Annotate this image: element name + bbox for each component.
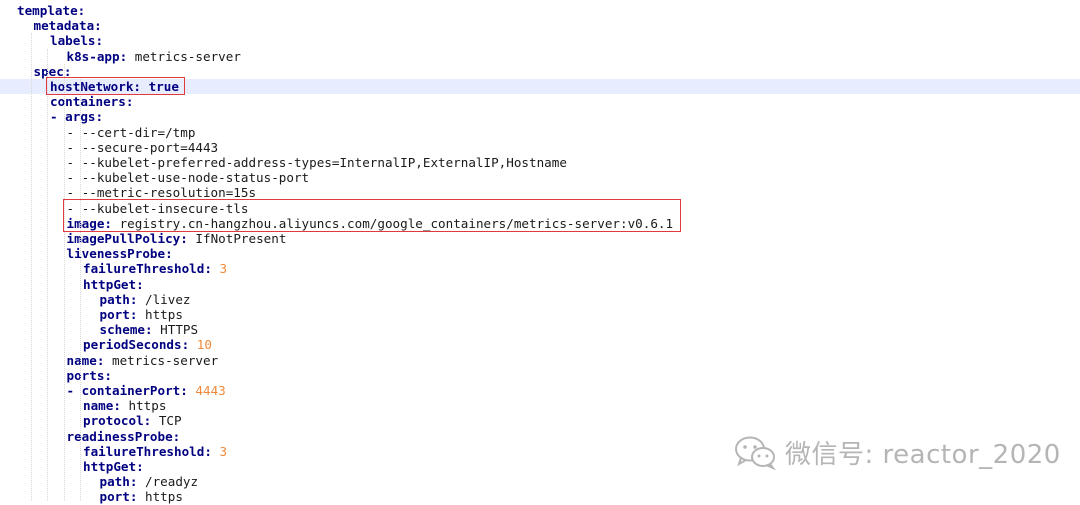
yaml-value: metrics-server: [104, 352, 219, 368]
yaml-key: k8s-app:: [66, 48, 128, 64]
yaml-key: name:: [66, 352, 105, 368]
yaml-editor[interactable]: template: metadata: labels: k8s-app: metric…: [0, 0, 1080, 504]
code-line[interactable]: - --secure-port=4443: [0, 140, 1080, 155]
code-line[interactable]: containers:: [0, 94, 1080, 109]
yaml-key: failureThreshold:: [83, 261, 212, 277]
indent-guide: [30, 33, 32, 501]
code-line[interactable]: - --cert-dir=/tmp: [0, 125, 1080, 140]
highlight-box-insecure-tls-and-image: [62, 198, 681, 232]
yaml-value: - --kubelet-preferred-address-types=Inte…: [66, 155, 567, 170]
yaml-key: port:: [99, 489, 138, 505]
highlight-box-hostNetwork: [46, 77, 186, 96]
yaml-value: - --cert-dir=/tmp: [66, 124, 196, 140]
code-line[interactable]: - --kubelet-use-node-status-port: [0, 170, 1080, 185]
yaml-value: https: [137, 307, 183, 322]
code-line[interactable]: - containerPort: 4443: [0, 383, 1080, 398]
code-line[interactable]: periodSeconds: 10: [0, 337, 1080, 352]
code-line[interactable]: port: https: [0, 489, 1080, 504]
yaml-key: livenessProbe:: [66, 246, 173, 262]
yaml-value: IfNotPresent: [187, 231, 287, 246]
code-line[interactable]: port: https: [0, 307, 1080, 322]
yaml-value: /livez: [137, 291, 191, 307]
yaml-key: args:: [65, 109, 104, 125]
code-line[interactable]: - --kubelet-preferred-address-types=Inte…: [0, 155, 1080, 170]
yaml-key: containers:: [50, 94, 134, 110]
yaml-key: path:: [99, 474, 138, 490]
yaml-key: readinessProbe:: [66, 428, 181, 444]
yaml-value: HTTPS: [152, 322, 199, 338]
code-line[interactable]: scheme: HTTPS: [0, 322, 1080, 337]
watermark: 微信号: reactor_2020: [733, 434, 1061, 470]
yaml-value: /readyz: [137, 474, 199, 490]
code-line[interactable]: path: /livez: [0, 292, 1080, 307]
indent-guide: [80, 79, 81, 501]
yaml-key: httpGet:: [83, 459, 144, 474]
yaml-value: 3: [211, 443, 228, 459]
yaml-key: labels:: [50, 33, 104, 49]
code-line[interactable]: path: /readyz: [0, 474, 1080, 489]
yaml-key: httpGet:: [83, 276, 144, 292]
yaml-key: protocol:: [83, 413, 152, 429]
yaml-value: - --kubelet-use-node-status-port: [66, 170, 310, 186]
code-line[interactable]: httpGet:: [0, 277, 1080, 292]
yaml-key: imagePullPolicy:: [66, 231, 188, 246]
yaml-key: path:: [99, 291, 138, 307]
code-line[interactable]: labels:: [0, 33, 1080, 48]
yaml-key: containerPort:: [81, 383, 188, 398]
yaml-key: name:: [83, 398, 121, 414]
yaml-key: metadata:: [33, 18, 102, 34]
yaml-key: port:: [99, 307, 138, 322]
code-line[interactable]: - args:: [0, 109, 1080, 124]
wechat-icon: [735, 436, 776, 470]
code-line[interactable]: metadata:: [0, 18, 1080, 33]
yaml-value: https: [137, 489, 183, 505]
code-line[interactable]: ports:: [0, 368, 1080, 383]
yaml-key: scheme:: [99, 322, 153, 338]
indent-guide: [63, 63, 65, 501]
yaml-key: ports:: [66, 367, 113, 383]
yaml-value: https: [120, 398, 167, 414]
code-line[interactable]: protocol: TCP: [0, 413, 1080, 428]
yaml-value: - --secure-port=4443: [66, 139, 219, 155]
code-line[interactable]: name: https: [0, 398, 1080, 413]
yaml-key: template:: [17, 3, 86, 18]
code-line[interactable]: k8s-app: metrics-server: [0, 49, 1080, 64]
yaml-key: failureThreshold:: [83, 443, 212, 459]
code-line[interactable]: livenessProbe:: [0, 246, 1080, 261]
code-line[interactable]: name: metrics-server: [0, 353, 1080, 368]
yaml-value: 10: [189, 337, 212, 353]
watermark-text: 微信号: reactor_2020: [785, 439, 1061, 470]
code-line[interactable]: failureThreshold: 3: [0, 261, 1080, 276]
code-line[interactable]: template:: [0, 3, 1080, 18]
yaml-value: 4443: [187, 383, 226, 398]
yaml-value: 3: [211, 261, 228, 277]
yaml-value: TCP: [151, 413, 182, 429]
indent-guide: [47, 48, 48, 501]
code-line[interactable]: imagePullPolicy: IfNotPresent: [0, 231, 1080, 246]
yaml-value: metrics-server: [127, 48, 241, 64]
yaml-key: periodSeconds:: [83, 337, 190, 353]
